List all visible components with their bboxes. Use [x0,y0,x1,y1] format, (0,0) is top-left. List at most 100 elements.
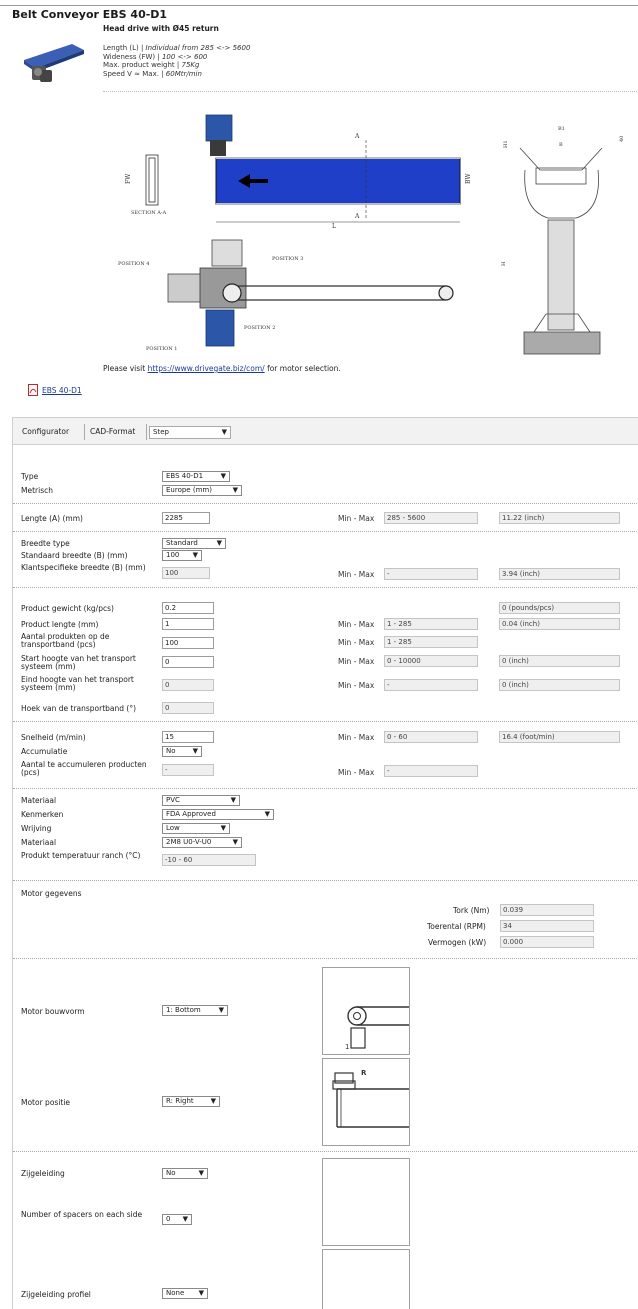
chevron-down-icon: ▼ [220,824,226,832]
chevron-down-icon: ▼ [198,1169,204,1177]
chevron-down-icon: ▼ [216,539,222,547]
std-width-label: Standaard breedte (B) (mm) [21,551,128,560]
side-guide-label: Zijgeleiding [21,1169,65,1178]
label-h: H [501,261,507,266]
technical-drawing: FW SECTION A-A A A L BW POSITION 3 POSIT… [118,114,625,355]
motor-position-image: R [322,1058,410,1146]
guide-profile-value: None [166,1289,185,1297]
cust-width-minmax-label: Min - Max [338,570,375,579]
label-section: SECTION A-A [131,210,167,216]
length-range: 285 - 5600 [384,512,478,524]
accumulation-select[interactable]: No ▼ [162,746,202,757]
end-height-input: 0 [162,679,214,691]
start-height-input[interactable]: 0 [162,656,214,668]
cad-format-select[interactable]: Step ▼ [149,426,231,439]
product-count-range: 1 - 285 [384,636,478,648]
spec-length: Length (L) | Individual from 285 <-> 560… [103,44,250,53]
pdf-link[interactable]: EBS 40-D1 [42,386,82,395]
spacers-value: 0 [166,1215,171,1223]
tab-configurator[interactable]: Configurator [22,424,69,440]
angle-label: Hoek van de transportband (°) [21,704,137,713]
rpm-value: 34 [500,920,594,932]
spec-weight-label: Max. product weight | [103,61,182,69]
motor-position-select[interactable]: R: Right ▼ [162,1096,220,1107]
speed-input[interactable]: 15 [162,731,214,743]
accum-count-label: Aantal te accumuleren producten (pcs) [21,760,147,777]
section-divider [13,880,638,881]
side-guide-select[interactable]: No ▼ [162,1168,208,1179]
label-position-2: POSITION 2 [244,325,275,331]
weight-input[interactable]: 0.2 [162,602,214,614]
width-type-select[interactable]: Standard ▼ [162,538,226,549]
spec-length-value: Individual from 285 <-> 5600 [145,44,251,52]
product-length-inch: 0.04 (inch) [499,618,620,630]
accumulation-label: Accumulatie [21,747,68,756]
length-input[interactable]: 2285 [162,512,210,524]
top-rule [0,5,638,6]
section-divider [13,958,638,959]
product-length-input[interactable]: 1 [162,618,214,630]
section-divider [13,531,638,532]
start-height-label: Start hoogte van het transport systeem (… [21,654,136,671]
pdf-download[interactable]: EBS 40-D1 [28,384,82,396]
drivegate-link[interactable]: https://www.drivegate.biz/com/ [148,364,265,373]
motor-form-image: 1 [322,967,410,1055]
motor-position-illustration: R [332,1069,409,1128]
cust-width-input: 100 [162,567,210,579]
product-count-input[interactable]: 100 [162,637,214,649]
material-select[interactable]: PVC ▼ [162,795,240,806]
accumulation-value: No [166,747,176,755]
spacers-select[interactable]: 0 ▼ [162,1214,192,1225]
material2-select[interactable]: 2M8 U0-V-U0 ▼ [162,837,242,848]
motor-form-label: Motor bouwvorm [21,1007,85,1016]
speed-range: 0 - 60 [384,731,478,743]
guide-profile-select[interactable]: None ▼ [162,1288,208,1299]
length-inch: 11.22 (inch) [499,512,620,524]
tab-divider-2 [146,424,147,440]
type-select[interactable]: EBS 40-D1 ▼ [162,471,230,482]
label-a-bottom: A [354,213,360,220]
std-width-value: 100 [166,551,180,559]
features-select[interactable]: FDA Approved ▼ [162,809,274,820]
chevron-down-icon: ▼ [230,796,236,804]
cust-width-label: Klantspecifieke breedte (B) (mm) [21,563,146,572]
label-fw: FW [125,173,132,184]
metric-value: Europe (mm) [166,486,212,494]
speed-label: Snelheid (m/min) [21,733,86,742]
page-subtitle: Head drive with Ø45 return [103,24,219,33]
end-height-label: Eind hoogte van het transport systeem (m… [21,675,134,692]
end-height-minmax-label: Min - Max [338,681,375,690]
spec-speed-label: Speed V ≈ Max. | [103,69,166,78]
power-value: 0.000 [500,936,594,948]
end-height-range: - [384,679,478,691]
speed-conv: 16.4 (foot/min) [499,731,620,743]
type-label: Type [21,472,39,481]
torque-label: Tork (Nm) [453,906,490,915]
spec-weight-value: 75Kg [181,61,200,69]
section-divider [13,1151,638,1152]
chevron-down-icon: ▼ [192,551,198,559]
label-position-1: POSITION 1 [146,346,177,352]
friction-label: Wrijving [21,824,52,833]
chevron-down-icon: ▼ [220,472,226,480]
header-divider [103,91,637,92]
label-a-top: A [354,133,360,140]
material2-value: 2M8 U0-V-U0 [166,838,212,846]
features-value: FDA Approved [166,810,216,818]
product-length-label: Product lengte (mm) [21,620,99,629]
metric-select[interactable]: Europe (mm) ▼ [162,485,242,496]
product-specs: Length (L) | Individual from 285 <-> 560… [103,44,250,78]
friction-select[interactable]: Low ▼ [162,823,230,834]
chevron-down-icon: ▼ [182,1215,188,1223]
chevron-down-icon: ▼ [198,1289,204,1297]
std-width-select[interactable]: 100 ▼ [162,550,202,561]
torque-value: 0.039 [500,904,594,916]
accum-count-minmax-label: Min - Max [338,768,375,777]
motor-form-image-label: 1 [345,1043,349,1051]
chevron-down-icon: ▼ [232,486,238,494]
label-bw: BW [465,173,472,184]
friction-value: Low [166,824,180,832]
chevron-down-icon: ▼ [232,838,238,846]
motor-form-select[interactable]: 1: Bottom ▼ [162,1005,228,1016]
length-label: Lengte (A) (mm) [21,514,83,523]
